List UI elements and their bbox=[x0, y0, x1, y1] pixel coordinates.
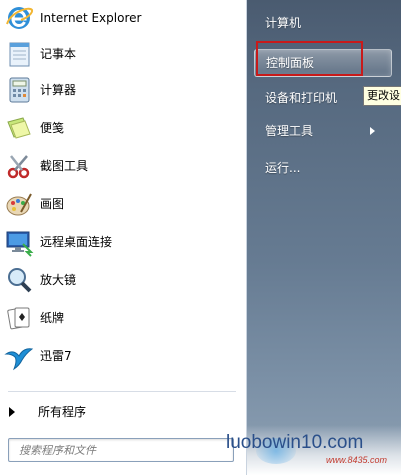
program-item-snipping-tool[interactable]: 截图工具 bbox=[0, 148, 246, 184]
program-label: 截图工具 bbox=[40, 159, 89, 173]
program-label: 便笺 bbox=[40, 121, 65, 135]
program-label: 画图 bbox=[40, 197, 65, 211]
program-item-internet-explorer[interactable]: Internet Explorer bbox=[0, 0, 246, 36]
all-programs-button[interactable]: 所有程序 bbox=[0, 397, 246, 427]
remote-desktop-icon bbox=[6, 231, 34, 257]
program-label: 纸牌 bbox=[40, 311, 65, 325]
right-item-computer[interactable]: 计算机 bbox=[253, 10, 391, 36]
program-item-thunder[interactable]: 迅雷7 bbox=[0, 338, 246, 374]
solitaire-icon bbox=[7, 307, 30, 330]
program-item-magnifier[interactable]: 放大镜 bbox=[0, 262, 246, 298]
program-label: 迅雷7 bbox=[40, 349, 72, 363]
watermark: luobowin10.com www.8435.com bbox=[226, 428, 396, 468]
tooltip: 更改设 bbox=[363, 86, 401, 106]
right-item-label: 计算机 bbox=[265, 16, 302, 30]
watermark-brand: luobowin10.com bbox=[226, 432, 364, 453]
left-pane-divider bbox=[8, 391, 236, 392]
program-item-remote-desktop[interactable]: 远程桌面连接 bbox=[0, 224, 246, 260]
program-label: 记事本 bbox=[40, 47, 77, 61]
snipping-tool-icon bbox=[7, 155, 30, 179]
program-item-solitaire[interactable]: 纸牌 bbox=[0, 300, 246, 336]
right-item-label: 运行... bbox=[265, 161, 301, 175]
right-item-label: 管理工具 bbox=[265, 124, 314, 138]
search-box[interactable] bbox=[8, 438, 234, 462]
paint-icon bbox=[6, 193, 32, 216]
program-label: Internet Explorer bbox=[40, 11, 142, 25]
program-label: 计算器 bbox=[40, 83, 77, 97]
program-label: 放大镜 bbox=[40, 273, 77, 287]
program-item-notepad[interactable]: 记事本 bbox=[0, 36, 246, 72]
calculator-icon bbox=[9, 77, 30, 103]
program-item-paint[interactable]: 画图 bbox=[0, 186, 246, 222]
right-item-label: 设备和打印机 bbox=[265, 91, 338, 105]
internet-explorer-icon bbox=[6, 7, 34, 29]
highlight-annotation-box bbox=[256, 41, 363, 76]
program-label: 远程桌面连接 bbox=[40, 235, 113, 249]
all-programs-label: 所有程序 bbox=[38, 405, 87, 419]
start-menu-left-pane: Internet Explorer 记事本 计算器 便笺 截图工具 画图 远程桌… bbox=[0, 0, 247, 475]
submenu-arrow-icon bbox=[370, 127, 375, 135]
program-item-calculator[interactable]: 计算器 bbox=[0, 72, 246, 108]
search-input[interactable] bbox=[9, 440, 219, 461]
watermark-url: www.8435.com bbox=[326, 455, 388, 465]
program-item-sticky-notes[interactable]: 便笺 bbox=[0, 110, 246, 146]
right-item-run[interactable]: 运行... bbox=[253, 155, 391, 181]
notepad-icon bbox=[9, 42, 30, 67]
right-item-admin-tools[interactable]: 管理工具 bbox=[253, 118, 391, 144]
thunder-icon bbox=[4, 348, 34, 371]
sticky-notes-icon bbox=[7, 117, 31, 139]
magnifier-icon bbox=[8, 268, 32, 293]
arrow-right-icon bbox=[9, 407, 15, 417]
